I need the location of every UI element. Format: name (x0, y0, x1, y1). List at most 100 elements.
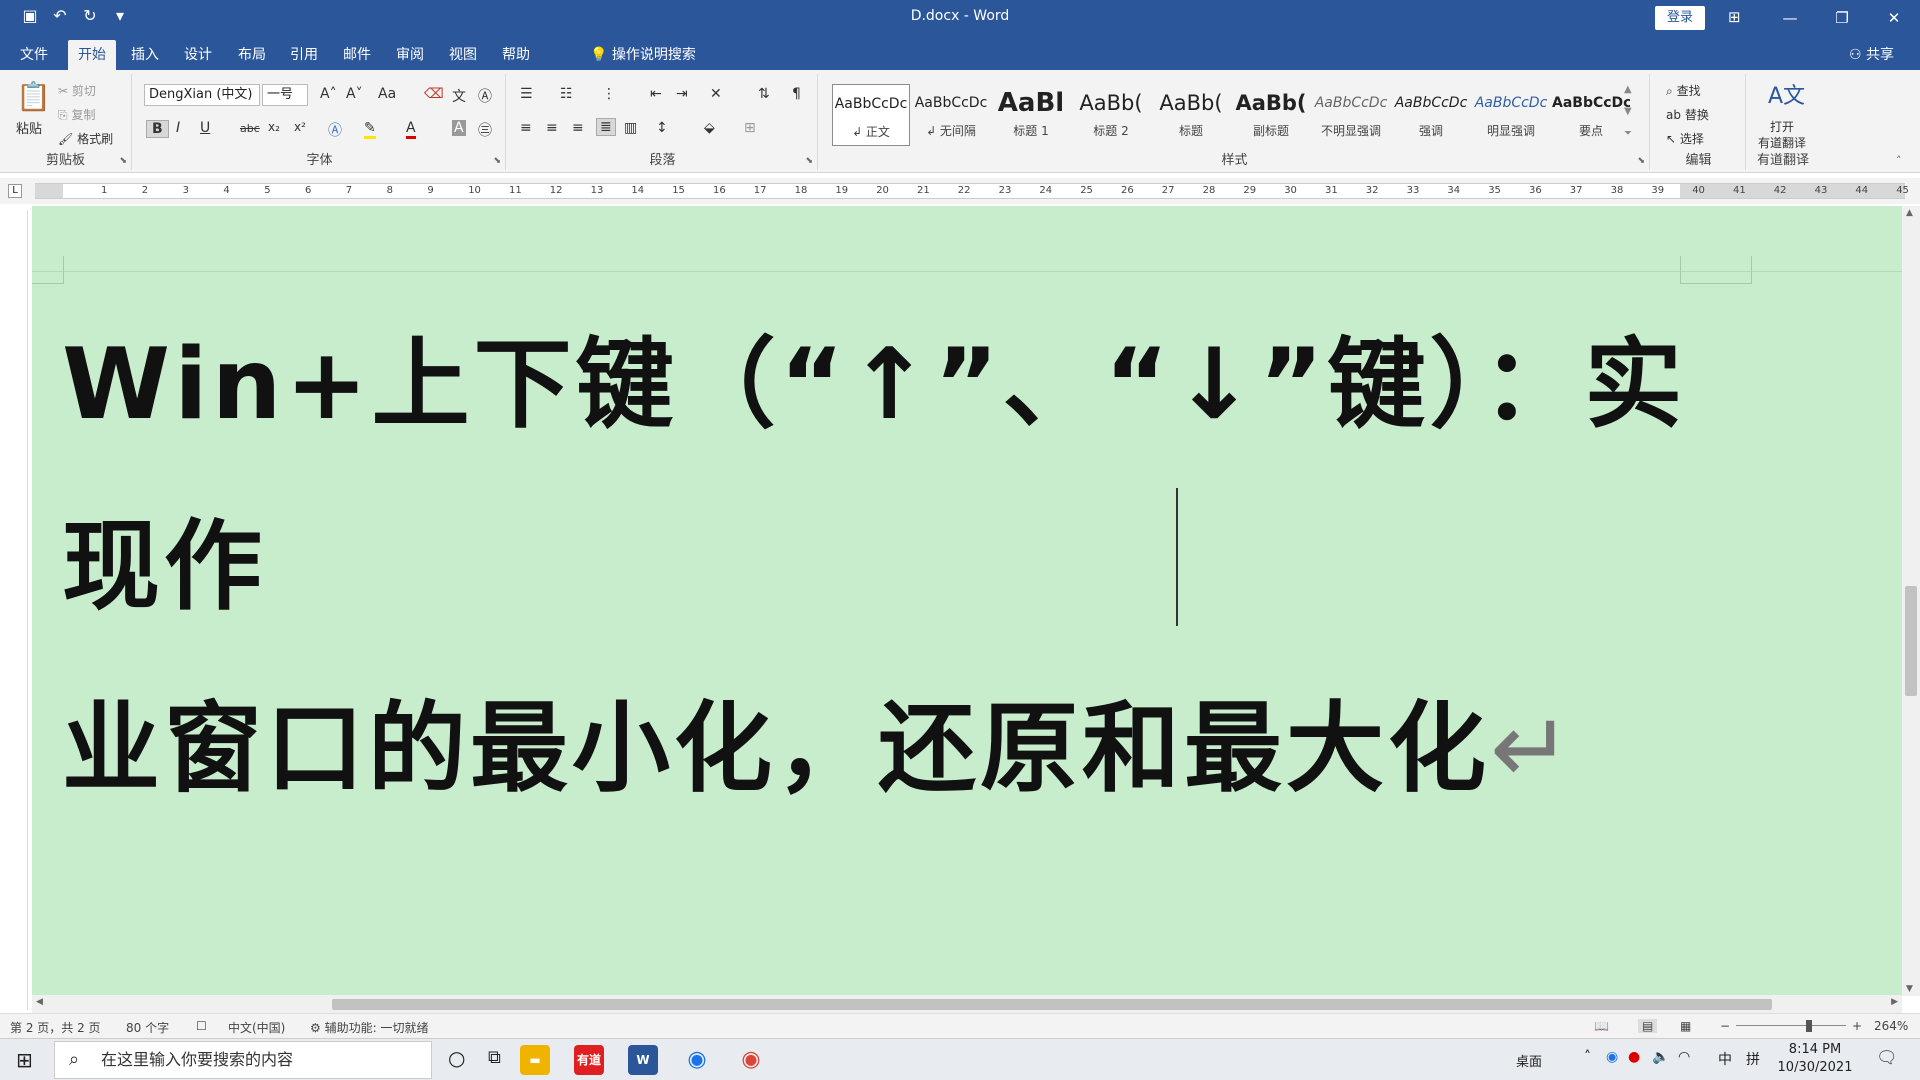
font-name-combo[interactable]: DengXian (中文) (144, 84, 260, 106)
zoom-out-icon[interactable]: − (1720, 1019, 1730, 1033)
ribbon-display-icon[interactable]: ⊞ (1728, 8, 1741, 26)
text-line-2[interactable]: 业窗口的最小化，还原和最大化↵ (62, 658, 1712, 840)
increase-indent-icon[interactable]: ⇥ (676, 86, 688, 102)
document-body[interactable]: Win+上下键（“↑”、“↓”键）：实现作 业窗口的最小化，还原和最大化↵ (62, 294, 1712, 840)
styles-scroll-down-icon[interactable]: ▼ (1624, 106, 1632, 117)
text-effects-icon[interactable]: Ⓐ (328, 120, 342, 140)
tray-app-icon[interactable]: ◉ (1606, 1049, 1618, 1065)
volume-icon[interactable]: 🔈 (1652, 1049, 1669, 1065)
enclose-char-icon[interactable]: ㊂ (478, 120, 492, 140)
style-subtitle[interactable]: AaBb( 副标题 (1232, 84, 1310, 146)
scroll-down-icon[interactable]: ▼ (1906, 984, 1913, 994)
zoom-level[interactable]: 264% (1874, 1019, 1908, 1033)
ime-language[interactable]: 中 (1718, 1049, 1732, 1069)
style-heading-2[interactable]: AaBb( 标题 2 (1072, 84, 1150, 146)
ruler-bar[interactable]: 1 2 3 4 5 6 7 8 9 10 11 12 13 14 15 16 17 18 19 20 21 22 23 24 2… (35, 183, 1909, 199)
tray-chevron-icon[interactable]: ˄ (1584, 1049, 1591, 1065)
subscript-button[interactable]: x₂ (268, 120, 280, 134)
clipboard-launcher-icon[interactable]: ⬊ (119, 156, 127, 166)
close-icon[interactable]: ✕ (1868, 0, 1920, 36)
windows-start-icon[interactable]: ⊞ (16, 1048, 33, 1072)
align-center-icon[interactable]: ≡ (546, 120, 558, 136)
file-explorer-icon[interactable]: ▬ (520, 1045, 550, 1075)
align-right-icon[interactable]: ≡ (572, 120, 584, 136)
multilevel-list-icon[interactable]: ⋮ (602, 86, 616, 102)
shrink-font-icon[interactable]: A˅ (346, 86, 363, 102)
highlight-icon[interactable]: ✎ (364, 120, 376, 139)
tab-selector-icon[interactable]: L (8, 184, 22, 198)
restore-icon[interactable]: ❐ (1816, 0, 1868, 36)
distributed-icon[interactable]: ▥ (624, 120, 637, 136)
tab-layout[interactable]: 布局 (238, 44, 266, 64)
chinese-layout-icon[interactable]: ✕ (710, 86, 722, 102)
paste-button[interactable]: 粘贴 (16, 118, 42, 137)
phonetic-icon[interactable]: 文 (452, 86, 466, 106)
collapse-ribbon-icon[interactable]: ˄ (1896, 154, 1902, 167)
bold-button[interactable]: B (146, 120, 169, 138)
styles-more-icon[interactable]: ⏷ (1624, 128, 1632, 139)
shading-icon[interactable]: ⬙ (704, 120, 715, 136)
tab-insert[interactable]: 插入 (131, 44, 159, 64)
decrease-indent-icon[interactable]: ⇤ (650, 86, 662, 102)
style-normal[interactable]: AaBbCcDc ↲ 正文 (832, 84, 910, 146)
vertical-scrollbar[interactable]: ▲ ▼ (1902, 206, 1920, 996)
style-intense-emphasis[interactable]: AaBbCcDc 明显强调 (1472, 84, 1550, 146)
accessibility-status[interactable]: ⚙ 辅助功能: 一切就绪 (310, 1019, 428, 1036)
style-emphasis[interactable]: AaBbCcDc 强调 (1392, 84, 1470, 146)
line-spacing-icon[interactable]: ↕ (656, 120, 668, 136)
numbering-icon[interactable]: ☷ (560, 86, 573, 102)
horizontal-scrollbar[interactable]: ◀ ▶ (32, 995, 1902, 1013)
italic-button[interactable]: I (176, 120, 180, 136)
cortana-icon[interactable]: ○ (448, 1046, 465, 1070)
tab-references[interactable]: 引用 (290, 44, 318, 64)
styles-scroll-up-icon[interactable]: ▲ (1624, 84, 1632, 95)
align-left-icon[interactable]: ≡ (520, 120, 532, 136)
text-line-1[interactable]: Win+上下键（“↑”、“↓”键）：实现作 (62, 294, 1712, 658)
horizontal-scroll-thumb[interactable] (332, 999, 1772, 1010)
scroll-left-icon[interactable]: ◀ (36, 997, 43, 1007)
tab-review[interactable]: 审阅 (396, 44, 424, 64)
page-count[interactable]: 第 2 页，共 2 页 (10, 1019, 101, 1036)
task-view-icon[interactable]: ⧉ (488, 1047, 501, 1068)
styles-launcher-icon[interactable]: ⬊ (1637, 156, 1645, 166)
select-button[interactable]: ↖ 选择 (1666, 130, 1704, 147)
char-border-icon[interactable]: Ⓐ (478, 86, 492, 106)
record-icon[interactable]: ● (1628, 1049, 1640, 1065)
format-painter-button[interactable]: 🖌 格式刷 (58, 130, 113, 147)
paste-icon[interactable]: 📋 (16, 80, 51, 113)
read-mode-icon[interactable]: 📖 (1594, 1019, 1609, 1033)
style-heading-1[interactable]: AaBl 标题 1 (992, 84, 1070, 146)
youdao-icon[interactable]: 有道 (574, 1045, 604, 1075)
style-subtle-emphasis[interactable]: AaBbCcDc 不明显强调 (1312, 84, 1390, 146)
strikethrough-button[interactable]: abc (240, 122, 260, 135)
clear-format-icon[interactable]: ⌫ (424, 86, 444, 102)
vertical-scroll-thumb[interactable] (1905, 586, 1917, 696)
cut-button[interactable]: ✂ 剪切 (58, 82, 96, 99)
paragraph-launcher-icon[interactable]: ⬊ (805, 156, 813, 166)
scroll-right-icon[interactable]: ▶ (1891, 997, 1898, 1007)
scroll-up-icon[interactable]: ▲ (1906, 208, 1913, 218)
style-no-spacing[interactable]: AaBbCcDc ↲ 无间隔 (912, 84, 990, 146)
edge-icon[interactable]: ◉ (682, 1045, 712, 1075)
word-app-icon[interactable]: W (628, 1045, 658, 1075)
tab-home[interactable]: 开始 (68, 40, 116, 70)
proofing-icon[interactable]: ☐ (196, 1019, 207, 1033)
zoom-slider-thumb[interactable] (1806, 1020, 1812, 1032)
zoom-slider[interactable] (1736, 1025, 1846, 1026)
desktop-toolbar[interactable]: 桌面 (1516, 1051, 1542, 1070)
replace-button[interactable]: ab 替换 (1666, 106, 1709, 123)
char-shading-icon[interactable]: A (452, 120, 466, 136)
tab-mailings[interactable]: 邮件 (343, 44, 371, 64)
copy-button[interactable]: ⎘ 复制 (58, 106, 95, 123)
tab-view[interactable]: 视图 (449, 44, 477, 64)
tab-help[interactable]: 帮助 (502, 44, 530, 64)
login-button[interactable]: 登录 (1655, 6, 1705, 30)
borders-icon[interactable]: ⊞ (744, 120, 756, 136)
word-count[interactable]: 80 个字 (126, 1019, 169, 1036)
font-color-icon[interactable]: A (406, 120, 416, 139)
tab-file[interactable]: 文件 (20, 44, 48, 64)
translate-open-label[interactable]: 打开 (1770, 118, 1794, 135)
translate-icon[interactable]: A文 (1768, 78, 1805, 110)
font-launcher-icon[interactable]: ⬊ (493, 156, 501, 166)
network-icon[interactable]: ◠ (1678, 1049, 1690, 1065)
